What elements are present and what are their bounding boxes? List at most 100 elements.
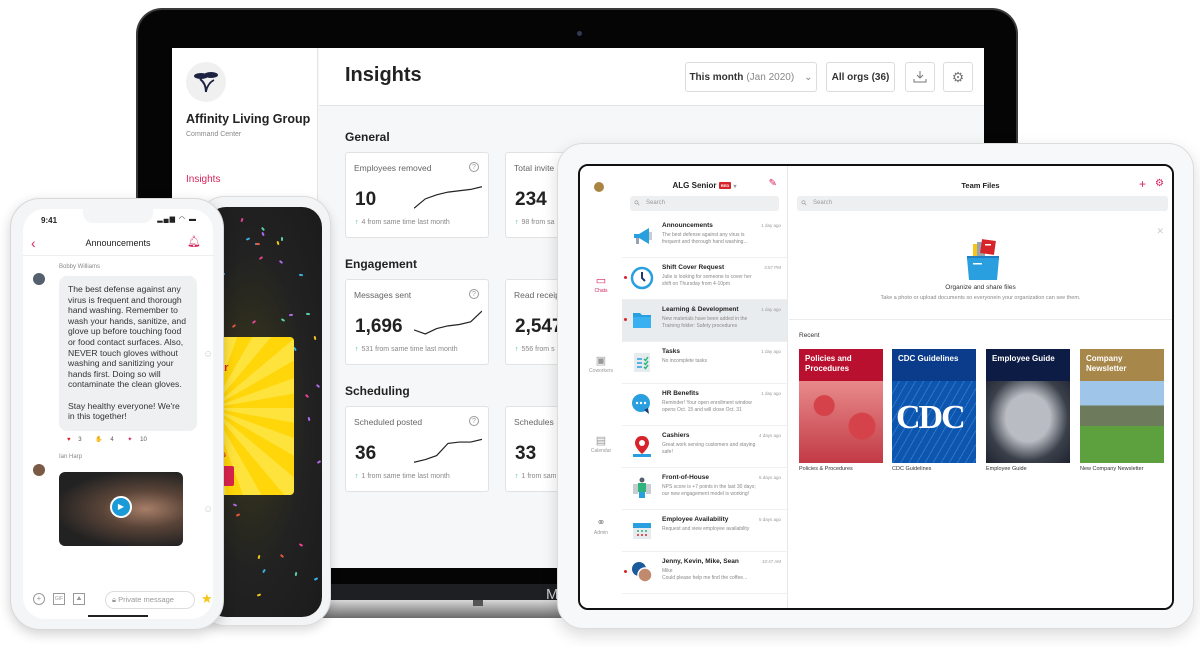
reactions: ♥ 3 ✋ 4 ✦ 10 [67,436,159,443]
empty-state-title: Organize and share files [945,284,1016,291]
metric-delta: ↑ 4 from same time last month [355,219,450,226]
org-switcher[interactable]: ALG Senior RED ▾ [622,181,787,190]
chat-time: 10:47 AM [761,559,781,564]
document-label[interactable]: New Company Newsletter [1080,466,1144,472]
thumbs-up-icon[interactable]: ✋ 4 [95,437,120,443]
rail-item-coworkers[interactable]: ▣ Coworkers [580,354,622,374]
chat-list-item[interactable]: Tasks 1 day ago No incomplete tasks [622,342,787,384]
close-icon[interactable]: ✕ [1156,226,1164,237]
image-icon[interactable]: ⛰ [73,593,85,605]
document-thumbnail[interactable]: Company Newsletter [1080,349,1164,463]
chat-list-item[interactable]: Front-of-House 5 days ago NPS score is +7 … [622,468,787,510]
document-cover-title: Company Newsletter [1080,349,1164,381]
message-bubble: The best defense against any virus is fr… [59,276,197,431]
chat-time: 4 days ago [758,433,781,438]
chat-preview: Mike Could please help me find the coffe… [662,568,748,581]
help-icon[interactable]: ? [469,416,479,426]
document-thumbnail[interactable]: Policies and Procedures [799,349,883,463]
chat-title: Announcements [85,238,151,248]
confetti-piece [280,236,283,241]
private-message-input[interactable]: 🔒︎ Private message [105,591,195,609]
period-dropdown[interactable]: This month (Jan 2020) ⌄ [685,62,817,92]
chat-bubbles-icon [632,394,650,414]
gear-icon[interactable]: ⚙ [1155,178,1164,189]
team-files-panel: Team Files + ⚙ Search ✕ Organize and sha… [789,166,1172,608]
rail-item-calendar[interactable]: ▤ Calendar [580,434,622,454]
confetti-piece [231,324,236,329]
chat-list-item[interactable]: Jenny, Kevin, Mike, Sean 10:47 AM Mike Cou… [622,552,787,594]
chat-list-item[interactable]: HR Benefits 1 day ago Reminder! Your open … [622,384,787,426]
sidebar-item-insights[interactable]: Insights [186,174,220,185]
folder-icon [633,313,651,328]
play-icon[interactable]: ▶ [110,496,132,518]
chat-list-panel: ALG Senior RED ▾ ✎ Search Announcements 1… [622,166,788,608]
settings-button[interactable]: ⚙ [943,62,973,92]
metric-card[interactable]: Employees removed? 10 ↑ 4 from same time la… [345,152,489,238]
metric-card[interactable]: Messages sent? 1,696 ↑ 531 from same time l… [345,279,489,365]
bell-icon[interactable]: 🔔︎ [187,235,201,248]
chat-preview: No incomplete tasks [662,358,708,364]
arrow-up-icon: ↑ [515,346,519,353]
metric-value: 33 [515,443,537,464]
arrow-up-icon: ↑ [355,219,359,226]
document-label[interactable]: Employee Guide [986,466,1027,472]
download-button[interactable] [905,62,935,92]
add-reaction-icon[interactable]: ☺ [203,504,213,515]
metric-delta: ↑ 1 from same time last month [355,473,450,480]
calendar-icon [633,523,651,539]
chat-list-item[interactable]: Announcements 1 day ago The best defense a… [622,216,787,258]
document-thumbnail[interactable]: CDC Guidelines CDC [892,349,976,463]
avatar[interactable] [33,464,45,476]
sparkline-path [414,186,482,209]
add-reaction-icon[interactable]: ☺ [203,349,213,360]
metric-title: Messages sent [354,290,412,300]
folder-illustration-icon [967,239,999,280]
rail-item-admin[interactable]: ⚭ Admin [580,516,622,536]
document-thumbnail[interactable]: Employee Guide [986,349,1070,463]
confetti-piece [304,394,310,399]
orgs-filter-button[interactable]: All orgs (36) [826,62,895,92]
document-cover-title: Policies and Procedures [799,349,883,381]
confetti-piece [236,512,241,517]
chat-name: Shift Cover Request [662,264,725,271]
chat-list-item[interactable]: Shift Cover Request 3:57 PM Julie is looki… [622,258,787,300]
avatar[interactable] [33,273,45,285]
empty-state-subtitle: Take a photo or upload documents so ever… [880,295,1081,301]
chat-search-input[interactable]: Search [630,196,779,211]
video-attachment[interactable]: ▶ [59,472,183,546]
compose-icon[interactable]: ✎ [769,178,777,189]
divider [23,255,213,256]
org-badge: RED [718,182,732,190]
chat-name: Employee Availability [662,516,729,523]
files-search-input[interactable]: Search [797,196,1168,211]
heart-icon[interactable]: ♥ 3 [67,437,88,443]
chat-list-item[interactable]: Employee Availability 5 days ago Request a… [622,510,787,552]
chat-list-item[interactable]: Cashiers 4 days ago Great work serving cus… [622,426,787,468]
confetti-piece [261,568,266,573]
celebrate-icon[interactable]: ✦ 10 [127,437,152,443]
confetti-piece [316,460,322,464]
plus-icon[interactable]: + [33,593,45,605]
user-avatar[interactable] [594,182,604,192]
add-file-icon[interactable]: + [1139,177,1146,191]
chat-list-item[interactable]: Learning & Development 1 day ago New mater… [622,300,787,342]
page-title: Insights [345,64,422,86]
help-icon[interactable]: ? [469,289,479,299]
chat-time: 3:57 PM [764,265,781,270]
confetti-piece [316,384,321,389]
confetti-piece [251,319,257,324]
metric-card[interactable]: Scheduled posted? 36 ↑ 1 from same time las… [345,406,489,492]
metric-value: 2,547 [515,316,563,337]
main-header: Insights This month (Jan 2020) ⌄ All org… [319,48,984,106]
star-icon[interactable]: ★ [201,591,213,607]
confetti-piece [257,593,262,597]
rail-item-chats[interactable]: ▭ Chats [580,274,622,294]
caret-down-icon: ▾ [733,184,737,190]
chevron-down-icon: ⌄ [804,71,813,83]
document-label[interactable]: Policies & Procedures [799,466,853,472]
document-label[interactable]: CDC Guidelines [892,466,931,472]
help-icon[interactable]: ? [469,162,479,172]
chat-preview: New materials have been added in the Tra… [662,316,748,329]
gif-icon[interactable]: GIF [53,593,65,605]
confetti-piece [298,543,304,548]
